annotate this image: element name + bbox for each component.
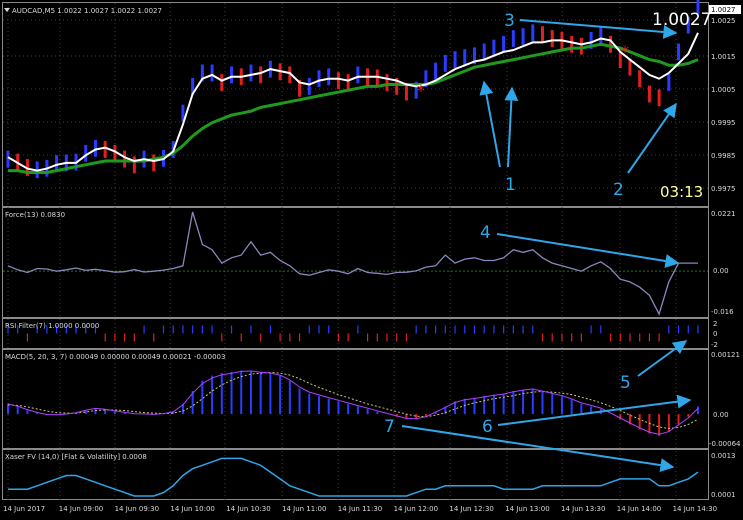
price-axis-tick: 0.9985 <box>711 152 736 160</box>
signal-marker: * <box>621 42 629 61</box>
macd-axis-tick: 0.00 <box>713 411 729 419</box>
current-price-label: 1.0027 <box>652 10 711 30</box>
time-axis-label: 14 Jun 09:30 <box>115 505 159 513</box>
chart-background <box>0 0 743 520</box>
time-axis-label: 14 Jun 10:00 <box>170 505 214 513</box>
rsi-axis-tick: -2 <box>711 341 718 349</box>
force-axis-tick: 0.0221 <box>711 210 736 218</box>
annotation-label-2: 2 <box>613 180 624 200</box>
time-axis-label: 14 Jun 14:00 <box>617 505 661 513</box>
annotation-label-7: 7 <box>384 417 395 437</box>
macd-axis-tick: 0.00121 <box>711 351 740 359</box>
time-axis-label: 14 Jun 13:00 <box>505 505 549 513</box>
price-axis-tick: 0.9975 <box>711 185 736 193</box>
force-axis-tick: -0.016 <box>711 308 734 316</box>
xaser-panel-header: Xaser FV (14,0) [Flat & Volatility] 0.00… <box>5 453 147 461</box>
time-axis-label: 14 Jun 10:30 <box>226 505 270 513</box>
time-axis-label: 14 Jun 12:00 <box>394 505 438 513</box>
price-axis-tick: 1.0025 <box>711 17 736 25</box>
xaser-axis-tick: 0.0001 <box>711 491 736 499</box>
annotation-label-4: 4 <box>480 223 491 243</box>
time-axis-label: 14 Jun 12:30 <box>449 505 493 513</box>
time-axis-label: 14 Jun 13:30 <box>561 505 605 513</box>
time-axis-label: 14 Jun 09:00 <box>59 505 103 513</box>
macd-panel-header: MACD(5, 20, 3, 7) 0.00049 0.00000 0.0004… <box>5 353 225 361</box>
annotation-label-6: 6 <box>482 417 493 437</box>
force-panel-header: Force(13) 0.0830 <box>5 211 65 219</box>
time-axis-label: 14 Jun 14:30 <box>673 505 717 513</box>
annotation-label-3: 3 <box>504 11 515 31</box>
annotation-label-1: 1 <box>505 175 516 195</box>
xaser-axis-tick: 0.0013 <box>711 452 736 460</box>
price-tag: 1.0027 <box>711 6 736 14</box>
time-axis-label: 14 Jun 2017 <box>3 505 45 513</box>
bar-countdown: 03:13 <box>660 183 703 201</box>
time-axis-label: 14 Jun 11:00 <box>282 505 326 513</box>
annotation-label-5: 5 <box>620 373 631 393</box>
rsi-panel-header: RSI Filter(7) 1.0000 0.0000 <box>5 322 99 330</box>
macd-axis-tick: -0.00064 <box>709 440 741 448</box>
signal-marker: * <box>417 81 425 100</box>
price-axis-tick: 1.0015 <box>711 53 736 61</box>
price-axis-tick: 1.0005 <box>711 86 736 94</box>
force-axis-tick: 0.00 <box>713 267 729 275</box>
trading-chart[interactable]: * * AUDCAD,M5 1.0022 1.0027 1.0022 1.002… <box>0 0 743 520</box>
rsi-axis-tick: 0 <box>713 330 717 338</box>
rsi-axis-tick: 2 <box>713 320 717 328</box>
symbol-header: AUDCAD,M5 1.0022 1.0027 1.0022 1.0027 <box>12 7 162 15</box>
price-axis-tick: 0.9995 <box>711 119 736 127</box>
time-axis-label: 14 Jun 11:30 <box>338 505 382 513</box>
